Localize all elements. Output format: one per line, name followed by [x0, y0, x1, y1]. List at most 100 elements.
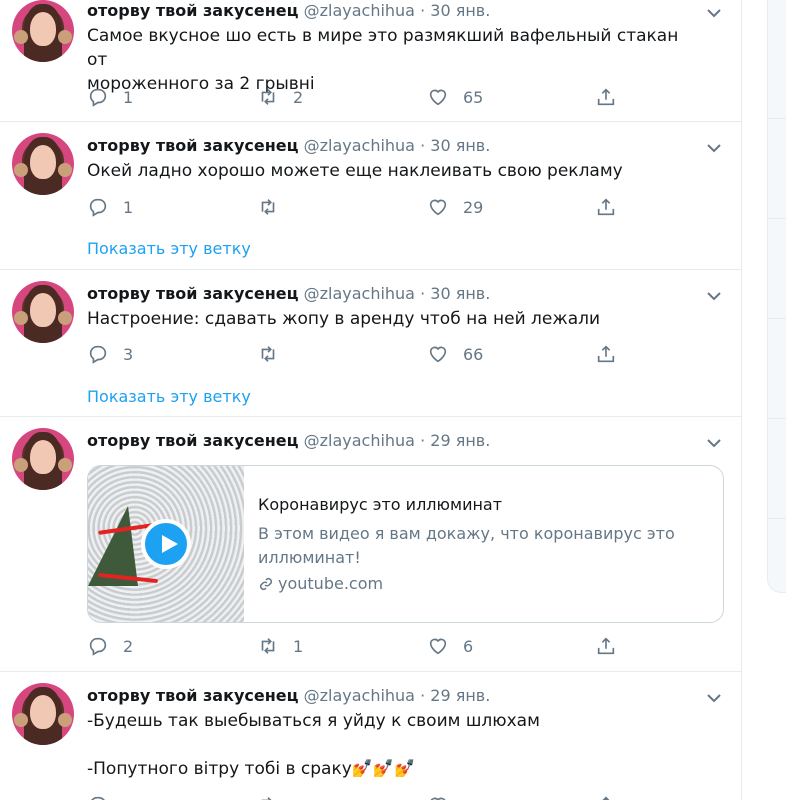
like-button[interactable]: 6	[427, 634, 473, 658]
tweet[interactable]: оторву твой закусенец @zlayachihua · 30 …	[0, 269, 741, 417]
retweet-icon	[261, 346, 275, 362]
reply-count: 1	[123, 87, 134, 107]
author-name[interactable]: оторву твой закусенец	[87, 136, 299, 155]
like-count: 65	[463, 87, 484, 107]
reply-count: 3	[123, 344, 134, 364]
share-button[interactable]	[595, 195, 631, 219]
author-name[interactable]: оторву твой закусенец	[87, 284, 299, 303]
retweet-button[interactable]	[257, 342, 293, 366]
retweet-button[interactable]: 2	[257, 85, 303, 109]
show-thread-link[interactable]: Показать эту ветку	[87, 387, 251, 406]
heart-icon	[430, 797, 446, 800]
tweet-actions: 1 2 65	[87, 85, 627, 109]
share-button[interactable]	[595, 342, 631, 366]
chevron-down-icon[interactable]	[704, 3, 724, 23]
tweet[interactable]: оторву твой закусенец @zlayachihua · 30 …	[0, 121, 741, 270]
tweet-header: оторву твой закусенец @zlayachihua · 30 …	[87, 136, 490, 155]
retweet-button[interactable]: 1	[257, 634, 303, 658]
show-thread-link[interactable]: Показать эту ветку	[87, 239, 251, 258]
sidebar-panel	[767, 0, 786, 593]
author-name[interactable]: оторву твой закусенец	[87, 1, 299, 20]
share-icon	[597, 198, 615, 216]
author-handle[interactable]: @zlayachihua	[304, 284, 415, 303]
card-description: В этом видео я вам докажу, что коронавир…	[258, 524, 675, 567]
author-handle[interactable]: @zlayachihua	[304, 136, 415, 155]
like-button[interactable]: 65	[427, 85, 483, 109]
timeline: оторву твой закусенец @zlayachihua · 30 …	[0, 0, 742, 800]
heart-icon	[429, 346, 447, 363]
tweet-date[interactable]: 29 янв.	[430, 431, 490, 450]
tweet-date[interactable]: 30 янв.	[430, 284, 490, 303]
card-title: Коронавирус это иллюминат	[258, 495, 503, 514]
separator: ·	[420, 686, 426, 705]
heart-icon	[429, 199, 447, 216]
reply-count: 2	[123, 636, 134, 656]
chevron-down-icon[interactable]	[704, 433, 724, 453]
avatar[interactable]	[12, 428, 74, 490]
tweet-actions: 1 29	[87, 195, 627, 219]
author-handle[interactable]: @zlayachihua	[304, 1, 415, 20]
share-button[interactable]	[595, 793, 631, 800]
like-button[interactable]	[427, 793, 463, 800]
share-button[interactable]	[595, 634, 631, 658]
retweet-button[interactable]	[257, 195, 293, 219]
tweet-date[interactable]: 30 янв.	[430, 136, 490, 155]
tweet-actions: 2 1 6	[87, 634, 627, 658]
reply-button[interactable]: 1	[87, 195, 133, 219]
reply-icon	[89, 198, 107, 217]
retweet-icon	[261, 638, 275, 654]
reply-icon	[89, 88, 107, 107]
tweet-text: Окей ладно хорошо можете еще наклеивать …	[87, 161, 623, 181]
share-icon	[597, 88, 615, 106]
tweet-header: оторву твой закусенец @zlayachihua · 29 …	[87, 686, 490, 705]
chevron-down-icon[interactable]	[704, 286, 724, 306]
tweet[interactable]: оторву твой закусенец @zlayachihua · 29 …	[0, 671, 741, 800]
card-domain-text: youtube.com	[278, 574, 384, 593]
share-icon	[597, 637, 615, 655]
like-button[interactable]: 66	[427, 342, 483, 366]
like-count: 6	[463, 636, 474, 656]
video-thumbnail[interactable]	[88, 466, 244, 622]
reply-count: 1	[123, 197, 134, 217]
reply-button[interactable]: 3	[87, 342, 133, 366]
tweet-text: -Будешь так выебываться я уйду к своим ш…	[87, 711, 540, 779]
heart-icon	[429, 89, 447, 106]
reply-icon	[89, 345, 107, 364]
reply-button[interactable]: 1	[87, 85, 133, 109]
play-icon[interactable]	[141, 519, 191, 569]
tweet[interactable]: оторву твой закусенец @zlayachihua · 30 …	[0, 0, 741, 122]
like-count: 29	[463, 197, 484, 217]
reply-icon	[89, 637, 107, 656]
like-button[interactable]: 29	[427, 195, 483, 219]
video-link-card[interactable]: Коронавирус это иллюминат В этом видео я…	[87, 465, 724, 623]
retweet-count: 2	[293, 87, 304, 107]
link-icon	[259, 577, 273, 590]
tweet-header: оторву твой закусенец @zlayachihua · 30 …	[87, 284, 490, 303]
reply-button[interactable]: 2	[87, 634, 133, 658]
separator: ·	[420, 136, 426, 155]
chevron-down-icon[interactable]	[704, 138, 724, 158]
chevron-down-icon[interactable]	[704, 688, 724, 708]
tweet-date[interactable]: 29 янв.	[430, 686, 490, 705]
author-name[interactable]: оторву твой закусенец	[87, 686, 299, 705]
author-handle[interactable]: @zlayachihua	[304, 431, 415, 450]
author-name[interactable]: оторву твой закусенец	[87, 431, 299, 450]
retweet-icon	[261, 797, 272, 800]
avatar[interactable]	[12, 281, 74, 343]
tweet-actions: 3 66	[87, 342, 627, 366]
reply-button[interactable]	[87, 793, 123, 800]
share-button[interactable]	[595, 85, 631, 109]
avatar[interactable]	[12, 133, 74, 195]
separator: ·	[420, 1, 426, 20]
share-icon	[602, 796, 610, 800]
tweet-date[interactable]: 30 янв.	[430, 1, 490, 20]
tweet-header: оторву твой закусенец @zlayachihua · 30 …	[87, 1, 490, 20]
retweet-icon	[261, 89, 275, 105]
share-icon	[597, 345, 615, 363]
retweet-button[interactable]	[257, 793, 293, 800]
author-handle[interactable]: @zlayachihua	[304, 686, 415, 705]
reply-icon	[91, 796, 105, 800]
separator: ·	[420, 431, 426, 450]
avatar[interactable]	[12, 683, 74, 745]
avatar[interactable]	[12, 0, 74, 62]
